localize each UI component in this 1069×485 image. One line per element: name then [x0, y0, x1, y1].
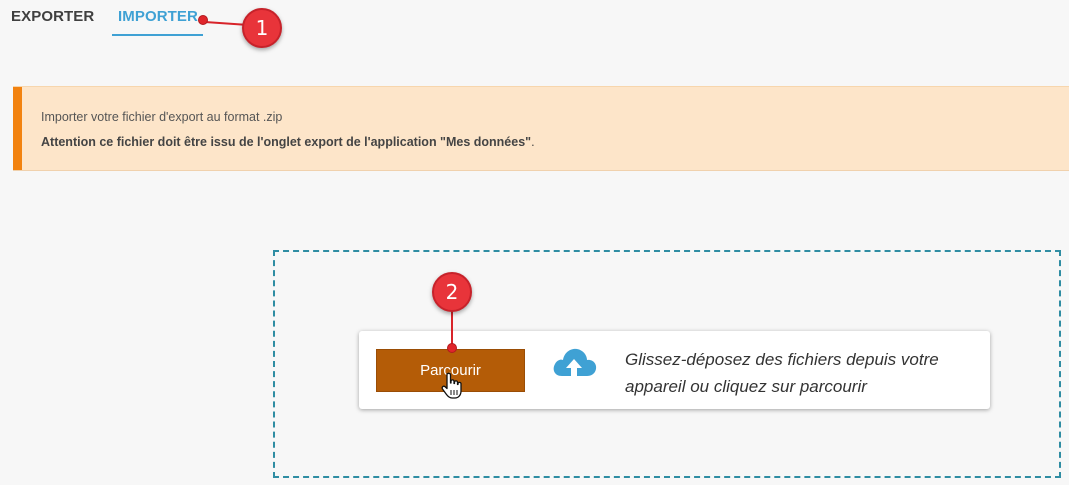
banner-warning-text: Attention ce fichier doit être issu de l… [41, 135, 535, 149]
callout-2-anchor-dot [447, 343, 457, 353]
callout-1-badge: 1 [242, 8, 282, 48]
tab-bar: EXPORTER IMPORTER [0, 0, 1069, 40]
tab-importer[interactable]: IMPORTER [118, 8, 198, 25]
drop-instructions: Glissez-déposez des fichiers depuis votr… [625, 350, 939, 396]
callout-2-badge: 2 [432, 272, 472, 312]
banner-instruction-text: Importer votre fichier d'export au forma… [41, 110, 283, 124]
callout-1-anchor-dot [198, 15, 208, 25]
banner-warning-tail: . [531, 135, 535, 149]
banner-warning-bold: Attention ce fichier doit être issu de l… [41, 135, 532, 149]
banner-accent-bar [13, 87, 22, 170]
tab-exporter[interactable]: EXPORTER [11, 8, 94, 25]
hand-pointer-cursor-icon [441, 372, 462, 399]
callout-2-connector [451, 311, 453, 346]
active-tab-indicator [112, 34, 203, 36]
info-banner: Importer votre fichier d'export au forma… [13, 86, 1069, 171]
cloud-upload-icon [553, 348, 597, 377]
